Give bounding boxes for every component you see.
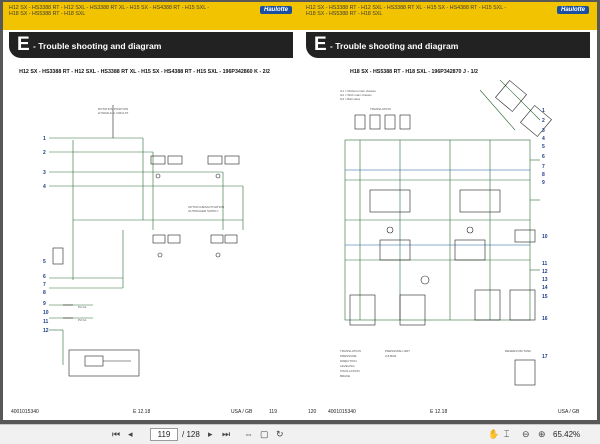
svg-text:DIRECTION: DIRECTION xyxy=(340,359,357,363)
row-number: 15 xyxy=(542,294,548,300)
row-number: 8 xyxy=(43,290,46,296)
first-page-icon[interactable]: ⏮ xyxy=(112,429,120,440)
hydraulic-diagram-right: G1 = Without main chassis G2 = With main… xyxy=(340,80,552,386)
row-number: 10 xyxy=(43,310,49,316)
row-number: 7 xyxy=(43,282,46,288)
page-header-band: H12 SX - HS3388 RT - H12 SXL - HS3388 RT… xyxy=(3,2,300,30)
svg-text:0-8 BAR: 0-8 BAR xyxy=(385,354,397,358)
select-icon[interactable]: ⌶ xyxy=(504,429,509,440)
section-title: - Trouble shooting and diagram xyxy=(33,41,162,51)
haulotte-logo: Haulotte xyxy=(260,6,292,14)
section-title: - Trouble shooting and diagram xyxy=(330,41,459,51)
zoom-in-icon[interactable]: ⊕ xyxy=(538,429,546,440)
page-number: 119 xyxy=(269,409,277,415)
section-letter: E xyxy=(314,34,327,55)
svg-text:RESERVOIR TANK: RESERVOIR TANK xyxy=(505,349,531,353)
row-number: 5 xyxy=(43,259,46,265)
row-number: 13 xyxy=(542,277,548,283)
row-number: 16 xyxy=(542,316,548,322)
svg-text:G3 = Ball valve: G3 = Ball valve xyxy=(340,97,361,101)
row-number: 2 xyxy=(542,118,545,124)
row-number: 12 xyxy=(542,269,548,275)
row-number: 2 xyxy=(43,150,46,156)
edition: E 12.18 xyxy=(133,409,151,415)
page-total: / 128 xyxy=(182,430,200,439)
row-number: 4 xyxy=(43,184,46,190)
language: USA / GB xyxy=(558,409,580,415)
header-line: H18 SX - HS5388 RT - H18 SXL xyxy=(306,11,383,18)
section-title-bar: E - Trouble shooting and diagram xyxy=(9,32,293,58)
doc-number: 4001015340 xyxy=(11,409,39,415)
page-119: H12 SX - HS3388 RT - H12 SXL - HS3388 RT… xyxy=(3,2,300,420)
page-number: 120 xyxy=(308,409,317,415)
diagram-title: H18 SX - HS5388 RT - H18 SXL - 196P34287… xyxy=(350,69,478,75)
row-number: 9 xyxy=(43,301,46,307)
page-header-band: H12 SX - HS3388 RT - H12 SXL - HS3388 RT… xyxy=(300,2,597,30)
haulotte-logo: Haulotte xyxy=(557,6,589,14)
hydraulic-diagram-left: ROTATION POSITION HYDRAULIC CIRCUIT OPTI… xyxy=(43,105,244,377)
svg-text:HYDRAULIC CIRCUIT: HYDRAULIC CIRCUIT xyxy=(98,111,129,115)
fit-width-icon[interactable]: ⇔ xyxy=(244,429,253,439)
header-models: H12 SX - HS3388 RT - H12 SXL - HS3388 RT… xyxy=(306,5,506,17)
diagram-title: H12 SX - HS3388 RT - H12 SXL - HS3388 RT… xyxy=(19,69,270,75)
row-number: 5 xyxy=(542,144,545,150)
doc-number: 4001015340 xyxy=(328,409,356,415)
svg-text:PRESSURE LIMIT: PRESSURE LIMIT xyxy=(385,349,410,353)
zoom-out-icon[interactable]: ⊖ xyxy=(522,429,530,440)
row-number: 6 xyxy=(542,154,545,160)
page-number-input[interactable]: 119 xyxy=(150,428,178,441)
section-letter: E xyxy=(17,34,30,55)
row-number: 14 xyxy=(542,285,548,291)
row-number: 9 xyxy=(542,180,545,186)
svg-text:TRANSLATION: TRANSLATION xyxy=(370,107,391,111)
header-line: H18 SX - HS5388 RT - H18 SXL xyxy=(9,11,86,18)
row-number: 11 xyxy=(43,319,49,325)
row-number: 4 xyxy=(542,136,545,142)
zoom-level[interactable]: 65.42% xyxy=(553,430,580,439)
row-number: 3 xyxy=(43,170,46,176)
prev-page-icon[interactable]: ◂ xyxy=(128,429,133,440)
svg-text:P2 G1: P2 G1 xyxy=(78,305,87,309)
section-title-bar: E - Trouble shooting and diagram xyxy=(306,32,590,58)
row-number: 12 xyxy=(43,328,49,334)
row-number: 17 xyxy=(542,354,548,360)
last-page-icon[interactable]: ⏭ xyxy=(222,429,230,440)
row-number: 6 xyxy=(43,274,46,280)
viewer-toolbar: ⏮ ◂ 119 / 128 ▸ ⏭ ⇔ ▢ ↻ ✋ ⌶ ⊖ ⊕ 65.42% xyxy=(0,424,600,444)
svg-text:OUTRIGGER SUPPLY: OUTRIGGER SUPPLY xyxy=(188,209,219,213)
svg-text:TRANSLATION: TRANSLATION xyxy=(340,349,361,353)
svg-text:LEVELING: LEVELING xyxy=(340,364,355,368)
row-number: 7 xyxy=(542,164,545,170)
rotate-icon[interactable]: ↻ xyxy=(276,429,284,440)
svg-text:BRAKE: BRAKE xyxy=(340,374,350,378)
row-number: 11 xyxy=(542,261,548,267)
pdf-viewer: H12 SX - HS3388 RT - H12 SXL - HS3388 RT… xyxy=(0,0,600,444)
fit-page-icon[interactable]: ▢ xyxy=(260,429,269,440)
row-number: 3 xyxy=(542,128,545,134)
row-number: 1 xyxy=(43,136,46,142)
next-page-icon[interactable]: ▸ xyxy=(208,429,213,440)
language: USA / GB xyxy=(231,409,253,415)
header-models: H12 SX - HS3388 RT - H12 SXL - HS3388 RT… xyxy=(9,5,209,17)
row-number: 8 xyxy=(542,172,545,178)
svg-text:P2 G1: P2 G1 xyxy=(78,318,87,322)
row-number: 1 xyxy=(542,108,545,114)
svg-text:PRESSURE: PRESSURE xyxy=(340,354,357,358)
edition: E 12.18 xyxy=(430,409,448,415)
hand-icon[interactable]: ✋ xyxy=(488,429,499,440)
page-120: H12 SX - HS3388 RT - H12 SXL - HS3388 RT… xyxy=(300,2,597,420)
row-number: 10 xyxy=(542,234,548,240)
svg-text:OSCILLATION: OSCILLATION xyxy=(340,369,360,373)
